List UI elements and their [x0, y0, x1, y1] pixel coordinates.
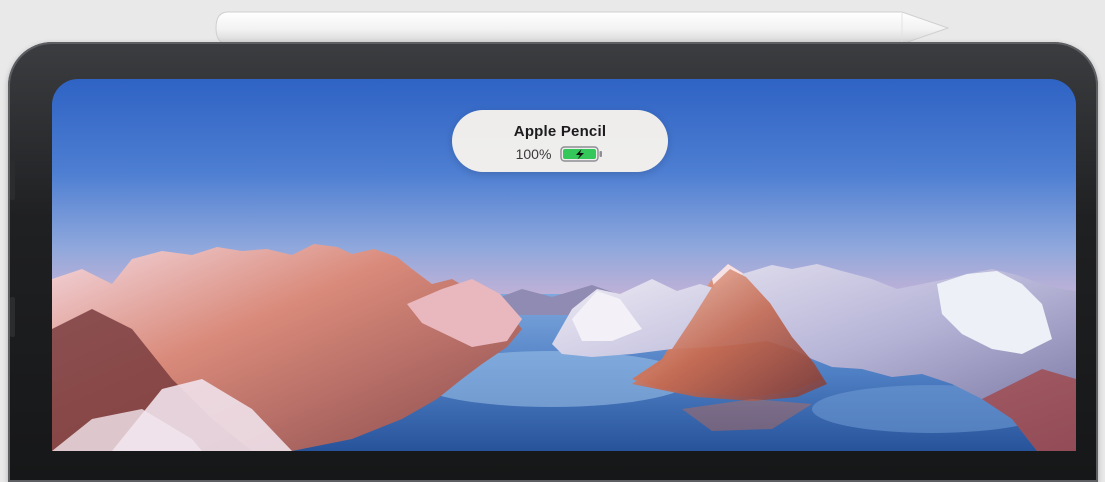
- side-button: [10, 160, 15, 200]
- hud-title: Apple Pencil: [513, 123, 607, 140]
- battery-row: 100%: [452, 146, 668, 162]
- battery-percent: 100%: [515, 146, 552, 162]
- pencil-status-hud: Apple Pencil 100%: [452, 110, 668, 172]
- side-button: [10, 297, 15, 337]
- battery-charging-icon: [560, 146, 603, 162]
